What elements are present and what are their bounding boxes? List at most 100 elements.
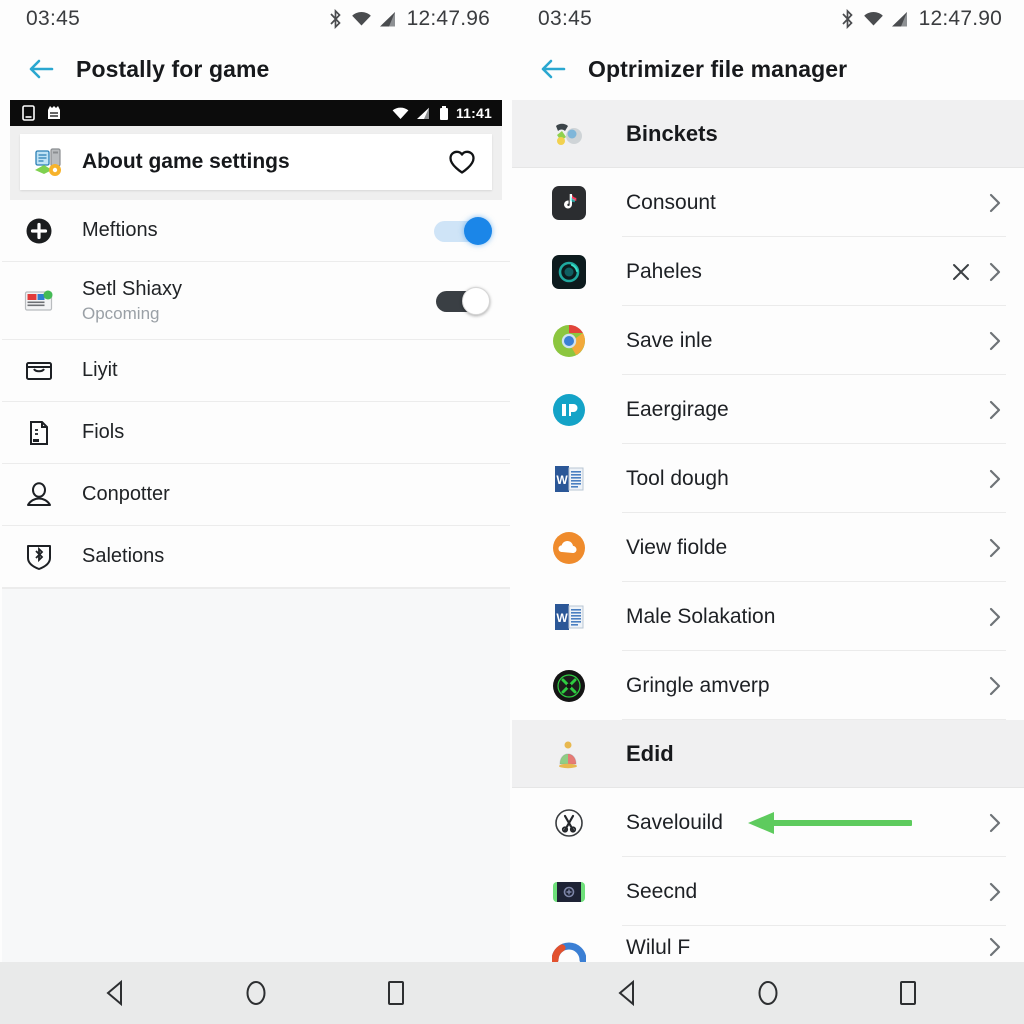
status-bar-icons: 12:47.90 [839, 7, 1002, 31]
heart-outline-icon[interactable] [448, 148, 476, 176]
list-item-fiols[interactable]: Fiols [2, 402, 510, 464]
left-app-bar: Postally for game [0, 38, 512, 100]
list-item-texts: Liyit [82, 359, 118, 382]
list-item-consount[interactable]: Consount [512, 168, 1024, 237]
bluetooth-icon [327, 8, 344, 30]
list-item-tool-dough[interactable]: W Tool dough [512, 444, 1024, 513]
left-status-bar: 03:45 12:47.96 [0, 0, 512, 38]
section-header-label: Edid [626, 740, 674, 766]
list-item-meftions[interactable]: Meftions [2, 200, 510, 262]
nav-home-circle-icon[interactable] [753, 978, 783, 1008]
bluetooth-icon [839, 8, 856, 30]
back-arrow-icon[interactable] [538, 54, 568, 84]
shield-bluetooth-icon [24, 542, 54, 572]
row-tail [984, 399, 1006, 421]
chevron-right-icon[interactable] [984, 936, 1006, 958]
chrome-icon [552, 324, 586, 358]
chevron-right-icon[interactable] [984, 675, 1006, 697]
chevron-right-icon[interactable] [984, 192, 1006, 214]
meftions-toggle[interactable] [434, 216, 492, 245]
chevron-right-icon[interactable] [984, 399, 1006, 421]
list-item-savelouild[interactable]: Savelouild [512, 788, 1024, 857]
file-manager-list: Binckets Consount Paheles Save inle Eaer… [512, 100, 1024, 962]
row-divider [622, 719, 1006, 720]
list-item-label: Consount [626, 190, 716, 214]
row-tail [984, 606, 1006, 628]
list-item-save-inle[interactable]: Save inle [512, 306, 1024, 375]
list-item-label: Conpotter [82, 483, 170, 505]
toggle-knob [464, 216, 492, 245]
list-item-label: Saletions [82, 545, 165, 567]
list-item-saletions[interactable]: Saletions [2, 526, 510, 588]
wifi-icon [351, 11, 372, 28]
nav-home-circle-icon[interactable] [241, 978, 271, 1008]
battery-icon [439, 105, 449, 121]
section-header-label: Binckets [626, 120, 718, 146]
document-icon [24, 418, 54, 448]
signal-icon [891, 11, 911, 28]
news-app-icon [24, 286, 54, 316]
list-item-wilul-f[interactable]: Wilul F [512, 926, 1024, 962]
setl-shiaxy-toggle[interactable] [434, 286, 492, 315]
about-game-settings-card[interactable]: About game settings [20, 134, 492, 190]
list-item-gringle-amverp[interactable]: Gringle amverp [512, 651, 1024, 720]
svg-text:W: W [556, 473, 568, 487]
green-arrow-annotation [748, 810, 914, 836]
inner-status-clock: 11:41 [455, 105, 492, 121]
row-tail [952, 261, 1006, 283]
list-item-label: Liyit [82, 359, 118, 381]
row-tail [984, 812, 1006, 834]
list-item-seecnd[interactable]: Seecnd [512, 857, 1024, 926]
inner-app-status-bar: 11:41 [10, 100, 502, 126]
arc-gauge-icon [551, 936, 587, 962]
chevron-right-icon[interactable] [984, 881, 1006, 903]
row-tail [984, 675, 1006, 697]
list-item-label: Male Solakation [626, 604, 776, 628]
list-item-setl-shiaxy[interactable]: Setl Shiaxy Opcoming [2, 262, 510, 340]
list-item-eaergirage[interactable]: Eaergirage [512, 375, 1024, 444]
chevron-right-icon[interactable] [984, 537, 1006, 559]
list-item-label: Meftions [82, 219, 158, 241]
chevron-right-icon[interactable] [984, 606, 1006, 628]
list-item-label: Savelouild [626, 810, 723, 834]
list-item-conpotter[interactable]: Conpotter [2, 464, 510, 526]
status-bar-icons: 12:47.96 [327, 7, 490, 31]
list-item-paheles[interactable]: Paheles [512, 237, 1024, 306]
chevron-right-icon[interactable] [984, 330, 1006, 352]
nav-back-triangle-icon[interactable] [101, 978, 131, 1008]
section-header-binckets: Binckets [512, 100, 1024, 168]
app-notification-icon [47, 105, 61, 121]
list-item-texts: Setl Shiaxy Opcoming [82, 278, 182, 324]
nav-recents-square-icon[interactable] [381, 978, 411, 1008]
list-item-label: Save inle [626, 328, 713, 352]
green-x-badge-icon [552, 669, 586, 703]
row-tail [984, 192, 1006, 214]
list-item-label: Paheles [626, 259, 702, 283]
list-item-label: Wilul F [626, 936, 691, 959]
chevron-right-icon[interactable] [984, 261, 1006, 283]
back-arrow-icon[interactable] [26, 54, 56, 84]
dark-badge-icon [552, 875, 586, 909]
row-tail [984, 330, 1006, 352]
word-doc-icon: W [552, 600, 586, 634]
chevron-right-icon[interactable] [984, 812, 1006, 834]
left-phone-screen: 03:45 12:47.96 Postally for game 11:41 A… [0, 0, 512, 1024]
list-item-male-solakation[interactable]: W Male Solakation [512, 582, 1024, 651]
list-item-label: Tool dough [626, 466, 729, 490]
nav-back-triangle-icon[interactable] [613, 978, 643, 1008]
chevron-right-icon[interactable] [984, 468, 1006, 490]
close-icon[interactable] [952, 263, 970, 281]
help-badge-icon [552, 393, 586, 427]
list-item-texts: Meftions [82, 219, 158, 242]
list-item-sublabel: Opcoming [82, 303, 160, 323]
list-item-label: View fiolde [626, 535, 728, 559]
teal-circle-icon [552, 254, 586, 289]
list-item-view-fiolde[interactable]: View fiolde [512, 513, 1024, 582]
buckets-folder-icon [552, 118, 584, 150]
row-tail [984, 936, 1006, 958]
list-item-liyit[interactable]: Liyit [2, 340, 510, 402]
signal-icon [379, 11, 399, 28]
list-item-label: Setl Shiaxy [82, 277, 183, 300]
nav-recents-square-icon[interactable] [893, 978, 923, 1008]
svg-text:W: W [556, 611, 568, 625]
